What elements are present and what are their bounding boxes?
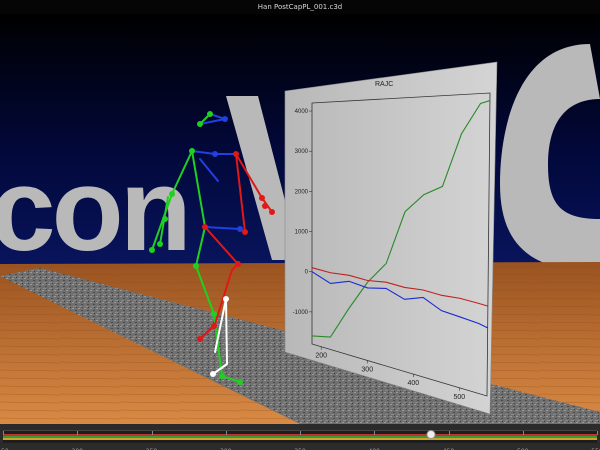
- timeline-tick: [77, 431, 79, 435]
- skeleton-marker[interactable]: [237, 379, 243, 385]
- skeleton-marker[interactable]: [223, 296, 229, 302]
- skeleton-marker[interactable]: [219, 373, 225, 379]
- timeline-bar[interactable]: 150200250300350400450500550: [0, 424, 600, 450]
- skeleton-marker[interactable]: [197, 336, 203, 342]
- y-tick-label: 3000: [295, 149, 309, 155]
- timeline-tick: [374, 431, 376, 435]
- skeleton-marker[interactable]: [162, 216, 168, 222]
- timeline-tick: [522, 431, 524, 435]
- y-tick-label: 4000: [295, 109, 309, 115]
- skeleton-marker[interactable]: [242, 229, 248, 235]
- y-tick-label: 1000: [295, 230, 309, 236]
- timeline-tick: [151, 431, 153, 435]
- timeline-scrubber-handle[interactable]: [426, 430, 436, 439]
- skeleton-marker[interactable]: [212, 151, 218, 157]
- skeleton-marker[interactable]: [269, 209, 275, 215]
- viewport[interactable]: Han PostCapPL_001.c3d con RAJC 4000 3000…: [0, 0, 600, 450]
- x-tick-label: 200: [315, 353, 327, 360]
- timeline-tick: [3, 431, 4, 435]
- plot-title: RAJC: [375, 81, 393, 88]
- y-tick-label: -1000: [293, 310, 309, 316]
- skeleton-marker[interactable]: [237, 226, 243, 232]
- skeleton-marker[interactable]: [207, 111, 213, 117]
- timeline-tick: [448, 431, 450, 435]
- skeleton-segment: [225, 298, 228, 365]
- x-tick-label: 300: [361, 366, 373, 373]
- skeleton-marker[interactable]: [259, 195, 265, 201]
- skeleton-marker[interactable]: [202, 224, 208, 230]
- 3d-scene[interactable]: con RAJC 40003000200010000-1000 20030040…: [0, 14, 600, 424]
- x-tick-label: 500: [454, 394, 466, 401]
- timeline-tick: [597, 431, 598, 435]
- skeleton-marker[interactable]: [193, 263, 199, 269]
- skeleton-marker[interactable]: [235, 261, 241, 267]
- x-tick-label: 400: [407, 380, 419, 387]
- timeline-track[interactable]: 150200250300350400450500550: [0, 430, 600, 450]
- skeleton-marker[interactable]: [189, 148, 195, 154]
- timeline-stripe: [3, 438, 597, 440]
- timeline-tick: [225, 431, 227, 435]
- plot-panel: [284, 61, 498, 415]
- skeleton-marker[interactable]: [233, 151, 239, 157]
- timeline-tick: [300, 431, 301, 435]
- skeleton-marker[interactable]: [211, 311, 217, 317]
- skeleton-marker[interactable]: [262, 203, 268, 209]
- backdrop-logo-text: con: [0, 144, 188, 276]
- skeleton-marker[interactable]: [210, 371, 216, 377]
- y-tick-label: 2000: [295, 189, 309, 195]
- skeleton-marker[interactable]: [157, 241, 163, 247]
- skeleton-marker[interactable]: [169, 191, 175, 197]
- skeleton-marker[interactable]: [197, 121, 203, 127]
- skeleton-marker[interactable]: [222, 116, 228, 122]
- skeleton-marker[interactable]: [211, 323, 217, 329]
- skeleton-marker[interactable]: [149, 247, 155, 253]
- window-title: Han PostCapPL_001.c3d: [0, 0, 600, 14]
